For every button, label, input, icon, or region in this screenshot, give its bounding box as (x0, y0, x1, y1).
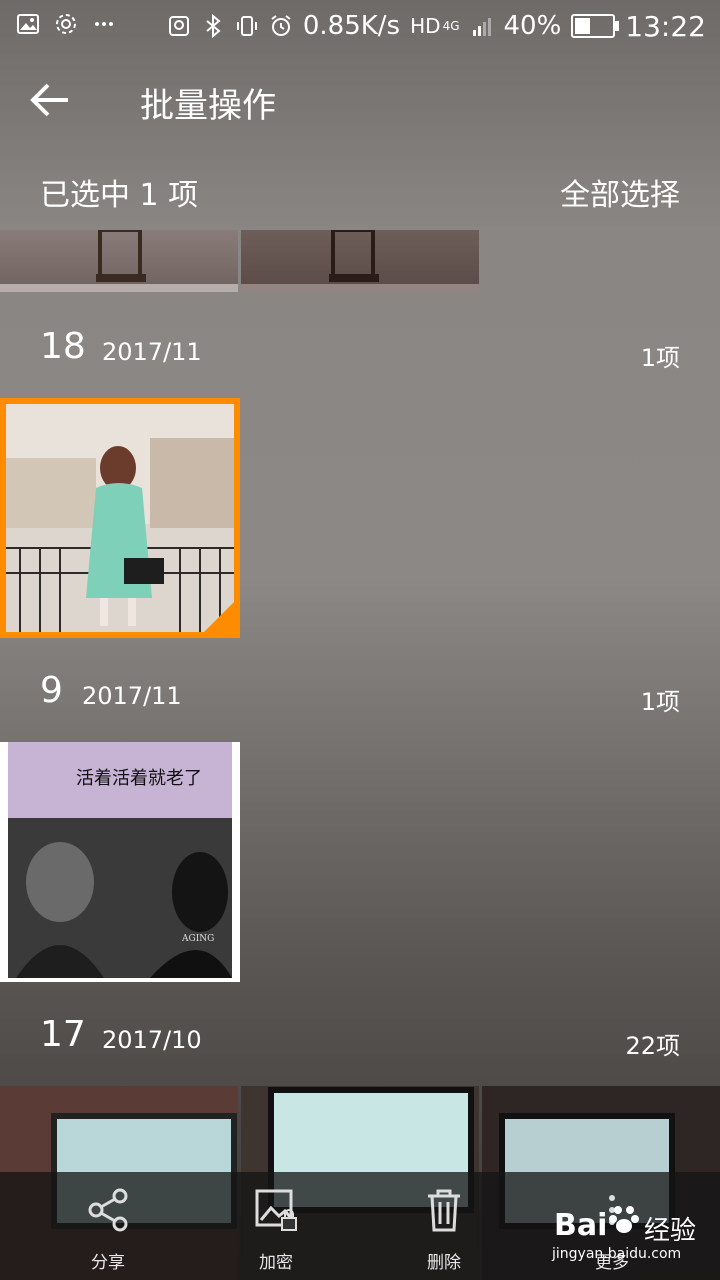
group-date: 2017/10 (102, 1026, 202, 1054)
photo-thumbnail[interactable] (241, 230, 479, 292)
group-count: 1项 (640, 688, 680, 716)
encrypt-label: 加密 (259, 1253, 293, 1273)
watermark-brand2: 经验 (644, 1216, 697, 1246)
network-speed: 0.85K/s (302, 11, 401, 41)
page-title: 批量操作 (140, 86, 276, 126)
battery-icon (571, 14, 620, 38)
back-arrow-icon[interactable] (28, 80, 72, 120)
delete-button[interactable]: 删除 (374, 1172, 514, 1280)
chair-image (241, 230, 479, 292)
image-lock-icon (255, 1189, 297, 1231)
select-all-button[interactable]: 全部选择 (560, 170, 680, 214)
app-bar: 批量操作 (0, 52, 720, 148)
selected-count: 已选中 1 项 (40, 178, 199, 213)
group-date: 2017/11 (102, 338, 202, 366)
watermark-brand: Bai (554, 1208, 608, 1243)
selection-bar: 已选中 1 项 全部选择 (0, 150, 720, 230)
gallery-icon (17, 14, 39, 34)
photo-thumbnail[interactable]: 活着活着就老了 AGING (0, 742, 240, 982)
bluetooth-icon (206, 14, 221, 38)
share-icon (88, 1188, 128, 1232)
clock: 13:22 (625, 9, 706, 43)
signal-icon (472, 18, 491, 36)
settings-icon (56, 14, 76, 34)
status-bar: 0.85K/s HD 4G 40% 13:22 (0, 0, 720, 52)
share-button[interactable]: 分享 (38, 1172, 178, 1280)
more-dots-icon (95, 22, 113, 26)
vibrate-icon (236, 16, 257, 36)
date-group-header: 9 2017/11 1项 (0, 666, 720, 726)
network-type: 4G (442, 19, 460, 33)
alarm-icon (271, 15, 291, 36)
delete-label: 删除 (427, 1253, 461, 1273)
group-day: 17 (40, 1014, 86, 1055)
girl-balcony-image (6, 404, 234, 632)
poster-title: 活着活着就老了 (76, 768, 202, 789)
paw-icon (609, 1206, 639, 1233)
date-group-header: 18 2017/11 1项 (0, 322, 720, 382)
nfc-icon (168, 16, 189, 36)
share-label: 分享 (91, 1253, 125, 1273)
group-day: 18 (40, 326, 86, 367)
trash-icon (428, 1189, 460, 1232)
photo-thumbnail[interactable] (0, 230, 238, 292)
watermark-site: jingyan.baidu.com (552, 1246, 682, 1262)
battery-percent: 40% (503, 11, 562, 41)
date-group-header: 17 2017/10 22项 (0, 1010, 720, 1070)
poster-caption: AGING (182, 934, 215, 944)
chair-image (0, 230, 238, 292)
group-day: 9 (40, 670, 63, 711)
group-count: 22项 (625, 1032, 680, 1060)
hd-indicator: HD (410, 14, 441, 38)
encrypt-button[interactable]: 加密 (206, 1172, 346, 1280)
group-count: 1项 (640, 344, 680, 372)
photo-thumbnail-selected[interactable] (0, 398, 240, 638)
baidu-jingyan-watermark: Bai 经验 jingyan.baidu.com (552, 1198, 712, 1268)
group-date: 2017/11 (82, 682, 182, 710)
